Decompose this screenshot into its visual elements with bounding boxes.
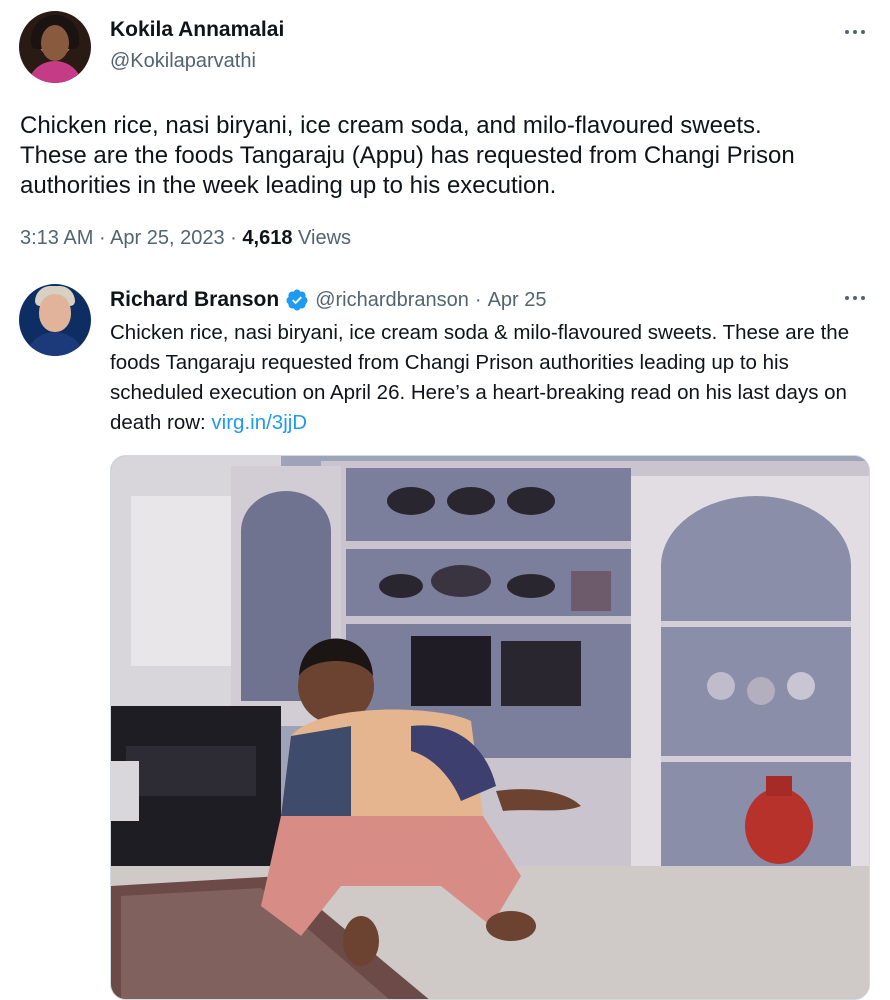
views-label: Views	[298, 227, 352, 249]
author-handle[interactable]: @Kokilaparvathi	[110, 49, 256, 73]
more-options-icon[interactable]	[842, 292, 868, 304]
tweet-photo[interactable]	[110, 455, 870, 1000]
photo-illustration	[111, 456, 869, 999]
meta-separator: ·	[98, 227, 106, 249]
quoted-author-display-name[interactable]: Richard Branson	[110, 287, 279, 313]
more-options-icon[interactable]	[842, 26, 868, 38]
views-count: 4,618	[242, 227, 293, 249]
author-avatar[interactable]	[19, 11, 91, 83]
quoted-author-avatar[interactable]	[19, 284, 91, 356]
avatar-shirt	[27, 61, 83, 83]
avatar-face	[39, 294, 71, 332]
avatar-face	[41, 25, 69, 61]
quoted-author-row: Richard Branson @richardbranson · Apr 25	[110, 287, 547, 313]
tweet-time[interactable]: 3:13 AM	[20, 227, 93, 249]
quoted-date[interactable]: Apr 25	[488, 288, 547, 312]
quoted-link[interactable]: virg.in/3jjD	[211, 411, 307, 434]
avatar-shirt	[25, 332, 85, 356]
quoted-separator: ·	[474, 289, 482, 311]
tweet-text: Chicken rice, nasi biryani, ice cream so…	[20, 112, 795, 199]
tweet-date[interactable]: Apr 25, 2023	[110, 227, 225, 249]
verified-badge-icon	[285, 288, 309, 312]
quoted-tweet-text: Chicken rice, nasi biryani, ice cream so…	[110, 318, 880, 438]
author-display-name[interactable]: Kokila Annamalai	[110, 17, 284, 43]
meta-separator: ·	[230, 227, 237, 249]
tweet-meta: 3:13 AM · Apr 25, 2023 · 4,618 Views	[20, 226, 351, 250]
quoted-author-handle[interactable]: @richardbranson	[315, 288, 469, 312]
